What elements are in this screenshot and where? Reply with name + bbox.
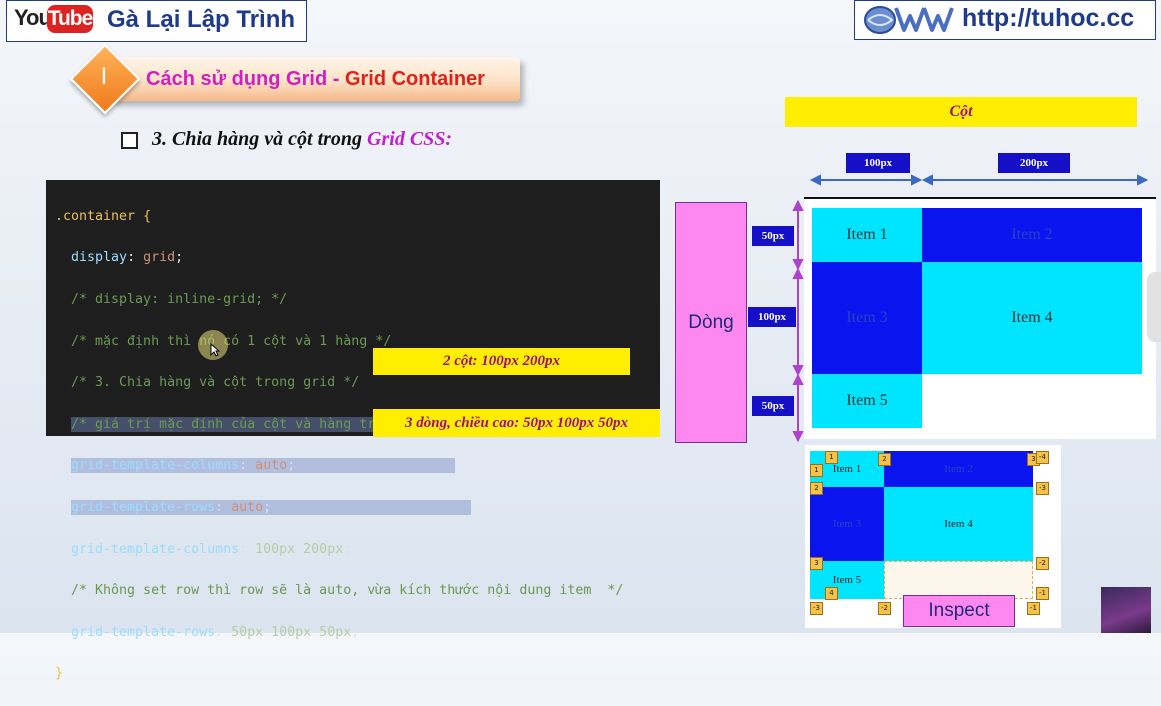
- grid-line-number: -2: [878, 602, 891, 615]
- channel-name: Gà Lại Lập Trình: [107, 6, 296, 33]
- grid-demo: Item 1 Item 2 Item 3 Item 4 Item 5: [804, 197, 1156, 439]
- section-number-badge: I: [69, 43, 141, 115]
- grid-item-4: Item 4: [922, 262, 1142, 374]
- grid-line-number: 1: [825, 451, 838, 464]
- row-label: Dòng: [688, 312, 734, 333]
- code-line-8: grid-template-rows: auto;: [55, 498, 623, 519]
- code-line-5: /* 3. Chia hàng và cột trong grid */: [55, 375, 360, 391]
- inspect-item-4: Item 4: [884, 487, 1033, 561]
- grid-line-number: -4: [1036, 451, 1049, 464]
- subheading-highlight: Grid CSS:: [367, 128, 453, 150]
- grid-line-number: 2: [810, 482, 823, 495]
- code-line-7: grid-template-columns: auto;: [55, 456, 623, 477]
- row-size-tag-3: 50px: [752, 396, 794, 416]
- section-title: Cách sử dụng Grid - Grid Container: [146, 68, 485, 91]
- grid-item-2: Item 2: [922, 208, 1142, 262]
- grid-line-number: -3: [1036, 482, 1049, 495]
- callout-rows: 3 dòng, chiều cao: 50px 100px 50px: [373, 409, 660, 437]
- inspect-button[interactable]: Inspect: [903, 595, 1015, 627]
- column-size-tag-1: 100px: [846, 153, 910, 173]
- code-line-12: }: [55, 666, 64, 682]
- grid-line-number: -1: [1036, 587, 1049, 600]
- inspect-item-3: Item 3: [810, 487, 884, 561]
- subheading-text: 3. Chia hàng và cột trong: [152, 128, 368, 150]
- code-line-11: grid-template-rows: 50px 100px 50px;: [55, 624, 360, 640]
- grid-line-number: 4: [825, 587, 838, 600]
- subheading: 3. Chia hàng và cột trong Grid CSS:: [152, 128, 452, 151]
- mouse-pointer-icon: [210, 343, 220, 357]
- www-globe-icon: [864, 6, 954, 34]
- column-width-arrows-icon: [810, 174, 1149, 186]
- bullet-checkbox-icon: [121, 132, 138, 149]
- grid-line-number: 2: [878, 453, 891, 466]
- column-size-tag-2: 200px: [998, 153, 1070, 173]
- code-block: .container { display: grid; /* display: …: [55, 186, 623, 706]
- grid-line-number: -1: [1027, 602, 1040, 615]
- inspect-item-2: Item 2: [884, 451, 1033, 487]
- site-url: http://tuhoc.cc: [962, 4, 1135, 32]
- code-line-3: /* display: inline-grid; */: [55, 291, 288, 307]
- section-title-part1: Cách sử dụng Grid -: [146, 68, 345, 90]
- row-size-tag-1: 50px: [752, 226, 794, 246]
- code-line-1: .container {: [55, 208, 152, 224]
- youtube-logo-tube: Tube: [47, 5, 93, 33]
- grid-line-number: 3: [810, 557, 823, 570]
- presenter-avatar: [1101, 587, 1151, 633]
- grid-item-5: Item 5: [812, 374, 922, 428]
- column-label-banner: Cột: [785, 97, 1137, 127]
- grid-item-3: Item 3: [812, 262, 922, 374]
- grid-line-number: -2: [1036, 557, 1049, 570]
- side-panel-tab[interactable]: [1147, 272, 1161, 342]
- callout-columns: 2 cột: 100px 200px: [373, 348, 630, 375]
- row-size-tag-2: 100px: [748, 307, 796, 327]
- section-title-part2: Grid Container: [344, 68, 485, 90]
- grid-item-1: Item 1: [812, 208, 922, 262]
- code-line-2: display: grid;: [55, 250, 184, 266]
- section-number: I: [100, 63, 108, 90]
- grid-line-number: -3: [810, 602, 823, 615]
- code-line-9: grid-template-columns: 100px 200px;: [55, 541, 352, 557]
- grid-line-number: 1: [810, 464, 823, 477]
- inspect-empty-cell: [884, 561, 1033, 599]
- code-line-10: /* Không set row thì row sẽ là auto, vừa…: [55, 583, 624, 599]
- youtube-logo-you: You: [14, 5, 52, 30]
